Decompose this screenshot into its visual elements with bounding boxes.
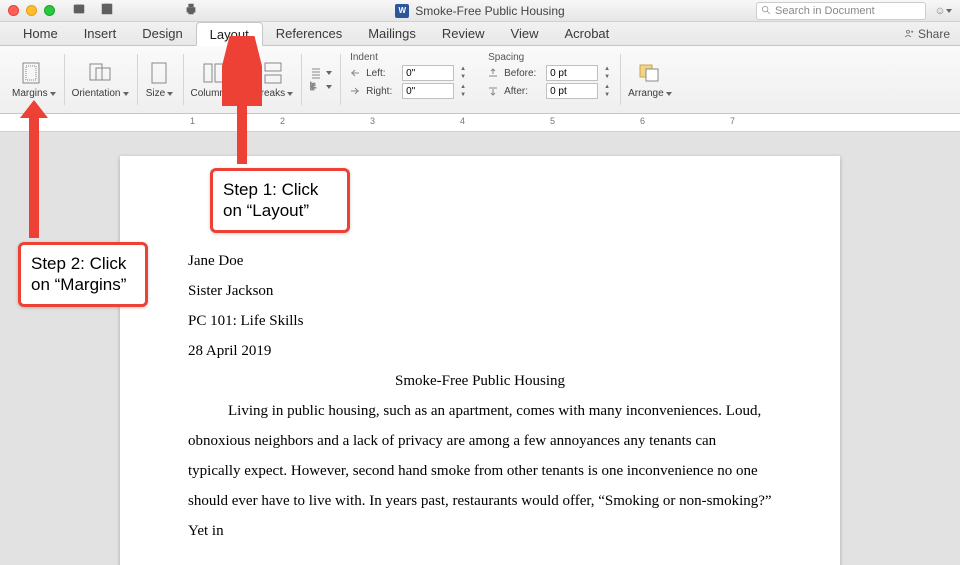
- search-input[interactable]: Search in Document: [756, 2, 926, 20]
- search-placeholder: Search in Document: [775, 5, 875, 17]
- indent-left-stepper[interactable]: ▲▼: [458, 65, 468, 81]
- before-label: Before:: [504, 68, 542, 79]
- tab-acrobat[interactable]: Acrobat: [551, 22, 622, 45]
- paper-body: Living in public housing, such as an apa…: [188, 396, 772, 546]
- left-label: Left:: [366, 68, 398, 79]
- share-button[interactable]: Share: [902, 22, 950, 45]
- tab-mailings[interactable]: Mailings: [355, 22, 429, 45]
- feedback-icon[interactable]: [936, 3, 952, 19]
- line-numbers-icon: [309, 67, 323, 79]
- size-button[interactable]: Size: [145, 60, 175, 99]
- course-line: PC 101: Life Skills: [188, 306, 772, 336]
- svg-text:bc: bc: [310, 82, 316, 88]
- search-icon: [761, 5, 772, 16]
- line-numbers-button[interactable]: [309, 67, 332, 79]
- save-icon[interactable]: [99, 2, 115, 19]
- tab-design[interactable]: Design: [129, 22, 195, 45]
- tab-review[interactable]: Review: [429, 22, 498, 45]
- ribbon-tabs: Home Insert Design Layout References Mai…: [0, 22, 960, 46]
- orientation-button[interactable]: Orientation: [72, 60, 129, 99]
- word-app-icon: W: [395, 4, 409, 18]
- spacing-before-input[interactable]: [546, 65, 598, 81]
- annotation-step2: Step 2: Click on “Margins”: [18, 242, 148, 307]
- annotation-step1: Step 1: Click on “Layout”: [210, 168, 350, 233]
- tab-insert[interactable]: Insert: [71, 22, 130, 45]
- date-line: 28 April 2019: [188, 336, 772, 366]
- spacing-after-icon: [486, 85, 500, 97]
- indent-heading: Indent: [350, 52, 468, 63]
- professor-line: Sister Jackson: [188, 276, 772, 306]
- spacing-before-stepper[interactable]: ▲▼: [602, 65, 612, 81]
- indent-right-input[interactable]: [402, 83, 454, 99]
- titlebar: W Smoke-Free Public Housing Search in Do…: [0, 0, 960, 22]
- author-line: Jane Doe: [188, 246, 772, 276]
- document-title: Smoke-Free Public Housing: [415, 4, 564, 18]
- share-label: Share: [918, 27, 950, 41]
- spacing-after-stepper[interactable]: ▲▼: [602, 83, 612, 99]
- document-area[interactable]: Jane Doe Sister Jackson PC 101: Life Ski…: [0, 132, 960, 565]
- window-controls: [8, 5, 55, 16]
- margins-button[interactable]: Margins: [12, 60, 56, 99]
- horizontal-ruler[interactable]: 1 2 3 4 5 6 7: [0, 114, 960, 132]
- after-label: After:: [504, 86, 542, 97]
- ribbon-layout: Margins Orientation Size Columns Breaks: [0, 46, 960, 114]
- print-icon[interactable]: [183, 2, 199, 19]
- autosave-icon[interactable]: [71, 2, 87, 19]
- margins-icon: [19, 60, 49, 86]
- paper-title: Smoke-Free Public Housing: [188, 366, 772, 396]
- indent-right-icon: [348, 85, 362, 97]
- redo-icon[interactable]: [155, 2, 171, 19]
- tab-layout[interactable]: Layout: [196, 22, 263, 46]
- indent-left-input[interactable]: [402, 65, 454, 81]
- hyphenation-icon: a-bc: [309, 81, 323, 93]
- indent-left-icon: [348, 67, 362, 79]
- spacing-before-icon: [486, 67, 500, 79]
- undo-icon[interactable]: [127, 2, 143, 19]
- columns-button[interactable]: Columns: [191, 60, 238, 99]
- share-icon: [902, 28, 914, 40]
- right-label: Right:: [366, 86, 398, 97]
- spacing-after-input[interactable]: [546, 83, 598, 99]
- spacing-heading: Spacing: [488, 52, 612, 63]
- indent-right-stepper[interactable]: ▲▼: [458, 83, 468, 99]
- arrange-icon: [635, 60, 665, 86]
- orientation-icon: [85, 60, 115, 86]
- tab-home[interactable]: Home: [10, 22, 71, 45]
- quick-access-toolbar: [71, 2, 199, 19]
- breaks-button[interactable]: Breaks: [254, 60, 293, 99]
- hyphenation-button[interactable]: a-bc: [309, 81, 332, 93]
- maximize-window-button[interactable]: [44, 5, 55, 16]
- breaks-icon: [259, 60, 289, 86]
- size-icon: [145, 60, 175, 86]
- minimize-window-button[interactable]: [26, 5, 37, 16]
- arrange-button[interactable]: Arrange: [628, 60, 672, 99]
- close-window-button[interactable]: [8, 5, 19, 16]
- tab-view[interactable]: View: [498, 22, 552, 45]
- columns-icon: [199, 60, 229, 86]
- tab-references[interactable]: References: [263, 22, 355, 45]
